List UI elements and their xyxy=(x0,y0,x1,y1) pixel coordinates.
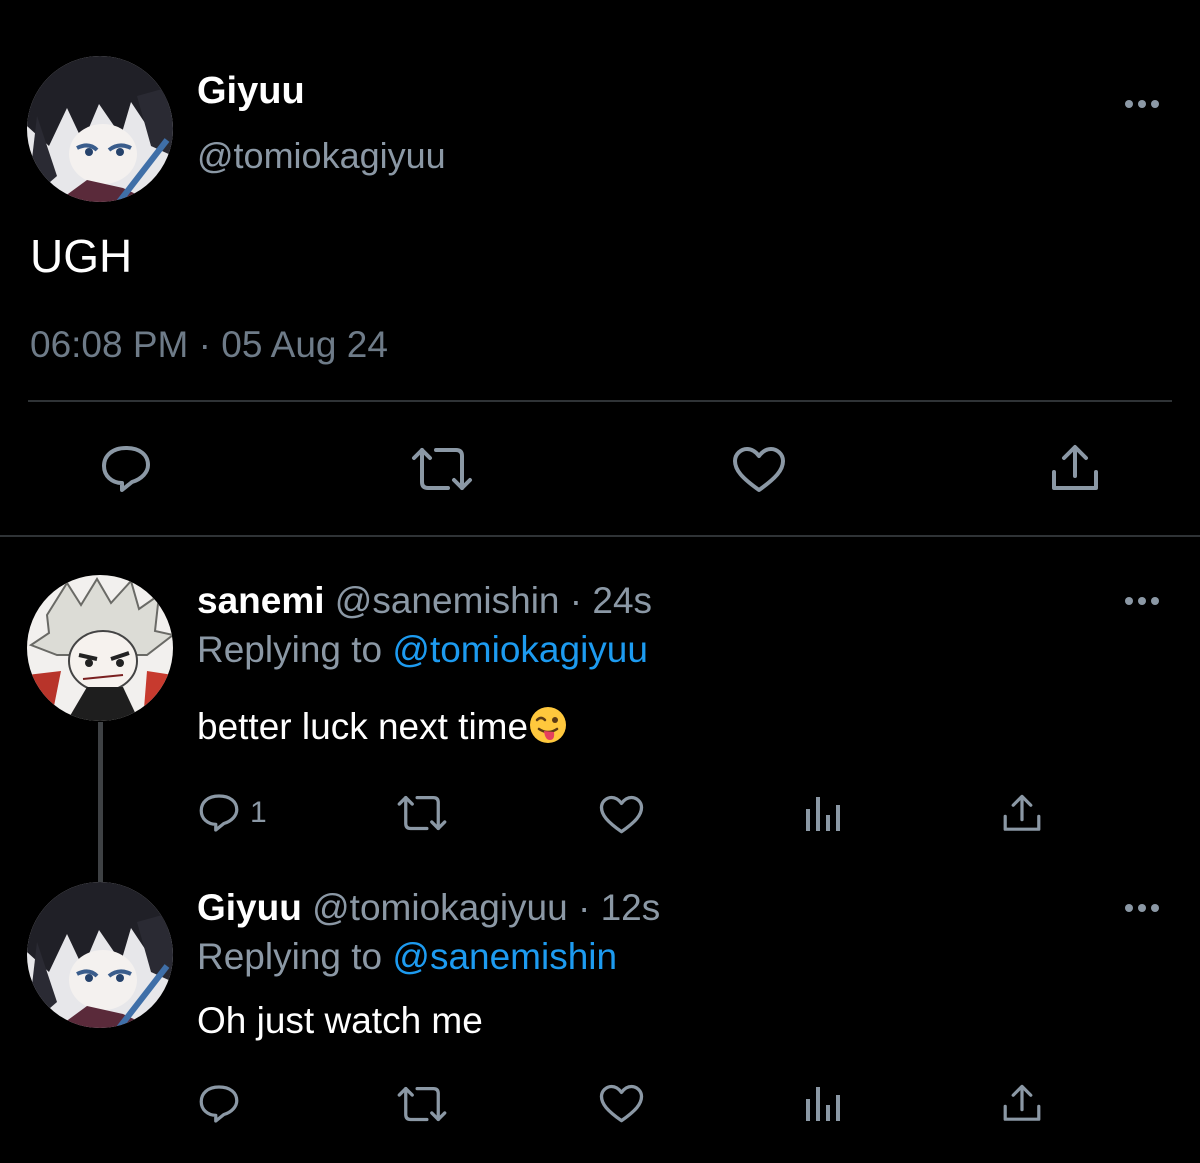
reply-button[interactable]: 1 xyxy=(198,792,267,834)
like-button[interactable] xyxy=(599,1084,644,1124)
reply-author-name[interactable]: sanemi xyxy=(197,580,325,621)
retweet-button[interactable] xyxy=(410,446,474,492)
avatar-giyuu[interactable] xyxy=(27,56,173,202)
more-options-icon[interactable] xyxy=(1124,595,1160,607)
reply-author-handle[interactable]: @sanemishin xyxy=(335,580,560,621)
retweet-icon xyxy=(412,448,472,490)
reply-text-content: Oh just watch me xyxy=(197,1000,483,1041)
reply-count: 1 xyxy=(250,796,267,829)
like-button[interactable] xyxy=(732,446,786,494)
more-options-icon[interactable] xyxy=(1124,98,1160,110)
reply-header: Giyuu @tomiokagiyuu · 12s xyxy=(197,885,660,931)
author-name[interactable]: Giyuu xyxy=(197,68,305,114)
avatar-giyuu[interactable] xyxy=(27,882,173,1028)
mention-link[interactable]: @tomiokagiyuu xyxy=(392,629,648,670)
section-divider xyxy=(0,535,1200,537)
thread-line xyxy=(98,722,103,882)
share-button[interactable] xyxy=(1002,1084,1042,1124)
replying-to: Replying to @sanemishin xyxy=(197,934,617,980)
more-options-icon[interactable] xyxy=(1124,902,1160,914)
separator-dot: · xyxy=(577,887,591,928)
reply-header: sanemi @sanemishin · 24s xyxy=(197,578,652,624)
reply-button[interactable] xyxy=(100,444,152,494)
reply-icon xyxy=(199,794,239,832)
replying-to-label: Replying to xyxy=(197,629,383,670)
reply-button[interactable] xyxy=(198,1083,240,1125)
retweet-button[interactable] xyxy=(396,794,448,832)
tweet-text: UGH xyxy=(30,230,133,282)
reply-author-handle[interactable]: @tomiokagiyuu xyxy=(312,887,568,928)
share-button[interactable] xyxy=(1050,444,1100,494)
analytics-button[interactable] xyxy=(804,1085,842,1123)
like-icon xyxy=(733,447,785,492)
analytics-icon xyxy=(806,1087,840,1121)
replying-to-label: Replying to xyxy=(197,936,383,977)
like-icon xyxy=(599,1084,644,1123)
winking-face-with-tongue-icon xyxy=(530,707,567,743)
like-button[interactable] xyxy=(599,795,644,835)
share-icon xyxy=(1052,445,1098,490)
reply-time[interactable]: 12s xyxy=(601,887,661,928)
reply-icon xyxy=(102,446,150,492)
avatar-sanemi[interactable] xyxy=(27,575,173,721)
retweet-button[interactable] xyxy=(396,1085,448,1123)
reply-text: better luck next time xyxy=(197,704,568,750)
tweet-timestamp[interactable]: 06:08 PM · 05 Aug 24 xyxy=(30,322,388,368)
like-icon xyxy=(599,795,644,834)
replying-to: Replying to @tomiokagiyuu xyxy=(197,627,648,673)
share-icon xyxy=(1003,1084,1041,1121)
reply-author-name[interactable]: Giyuu xyxy=(197,887,302,928)
analytics-icon xyxy=(806,797,840,831)
reply-text-content: better luck next time xyxy=(197,706,529,747)
author-handle[interactable]: @tomiokagiyuu xyxy=(197,133,446,179)
share-button[interactable] xyxy=(1002,794,1042,834)
share-icon xyxy=(1003,794,1041,831)
analytics-button[interactable] xyxy=(804,795,842,833)
divider xyxy=(28,400,1172,402)
reply-time[interactable]: 24s xyxy=(592,580,652,621)
reply-text: Oh just watch me xyxy=(197,998,483,1044)
reply-icon xyxy=(199,1085,239,1123)
separator-dot: · xyxy=(569,580,583,621)
retweet-icon xyxy=(397,1086,447,1122)
retweet-icon xyxy=(397,795,447,831)
mention-link[interactable]: @sanemishin xyxy=(392,936,617,977)
